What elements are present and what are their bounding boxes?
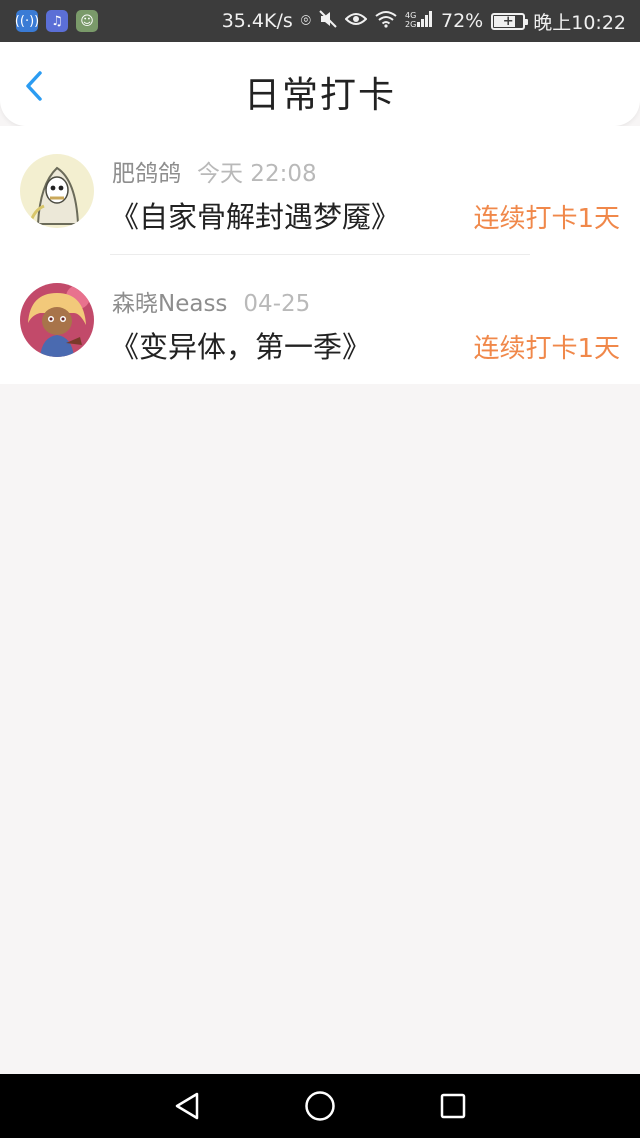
user-name[interactable]: 肥鸽鸽 <box>112 161 181 187</box>
system-nav-bar <box>0 1074 640 1138</box>
triangle-back-icon <box>175 1092 198 1120</box>
avatar[interactable] <box>20 283 94 357</box>
square-recents-icon <box>441 1093 466 1119</box>
post-time: 今天 22:08 <box>197 161 317 187</box>
signal-icon: 4G 2G <box>405 10 433 32</box>
system-status: 35.4K/s ⌾ 4G 2G 72% + 晚上10:22 <box>222 8 626 35</box>
hotspot-app-icon: ((·)) <box>15 10 39 32</box>
net-speed: 35.4K/s <box>221 10 293 32</box>
battery-icon: + <box>491 12 529 30</box>
svg-text:4G: 4G <box>405 11 416 20</box>
list-item[interactable]: 肥鸽鸽 今天 22:08 《自家骨解封遇梦魇》 连续打卡1天 <box>0 126 640 255</box>
work-title[interactable]: 《自家骨解封遇梦魇》 <box>110 194 400 236</box>
page-title: 日常打卡 <box>243 75 396 116</box>
post-time: 04-25 <box>243 291 311 317</box>
work-title[interactable]: 《变异体，第一季》 <box>110 324 371 366</box>
mute-icon <box>319 10 337 32</box>
game-app-icon: ☺ <box>76 10 98 32</box>
user-name[interactable]: 森晓Neass <box>112 291 227 317</box>
streak-label: 连续打卡1天 <box>473 334 620 364</box>
eye-icon <box>344 11 368 31</box>
nav-home-button[interactable] <box>298 1084 342 1128</box>
list-item[interactable]: 森晓Neass 04-25 《变异体，第一季》 连续打卡1天 <box>0 255 640 384</box>
circle-home-icon <box>305 1091 335 1121</box>
streak-label: 连续打卡1天 <box>473 204 620 234</box>
checkin-list: 肥鸽鸽 今天 22:08 《自家骨解封遇梦魇》 连续打卡1天 森晓Neass 04-… <box>0 126 640 384</box>
nav-recents-button[interactable] <box>431 1084 475 1128</box>
notification-icons: ((·)) ♫ ☺ <box>15 10 98 32</box>
avatar[interactable] <box>20 154 94 228</box>
nav-back-button[interactable] <box>165 1084 209 1128</box>
svg-text:2G: 2G <box>405 20 416 28</box>
item-meta: 森晓Neass 04-25 <box>112 284 310 318</box>
status-bar: ((·)) ♫ ☺ 35.4K/s ⌾ 4G 2G 72% + 晚上10:22 <box>0 0 640 42</box>
item-meta: 肥鸽鸽 今天 22:08 <box>112 154 317 188</box>
wifi-icon <box>375 10 397 32</box>
battery-percent: 72% <box>441 10 484 32</box>
music-app-icon: ♫ <box>46 10 68 32</box>
location-icon: ⌾ <box>300 10 311 31</box>
clock: 晚上10:22 <box>533 11 626 34</box>
app-header: 日常打卡 <box>0 42 640 126</box>
